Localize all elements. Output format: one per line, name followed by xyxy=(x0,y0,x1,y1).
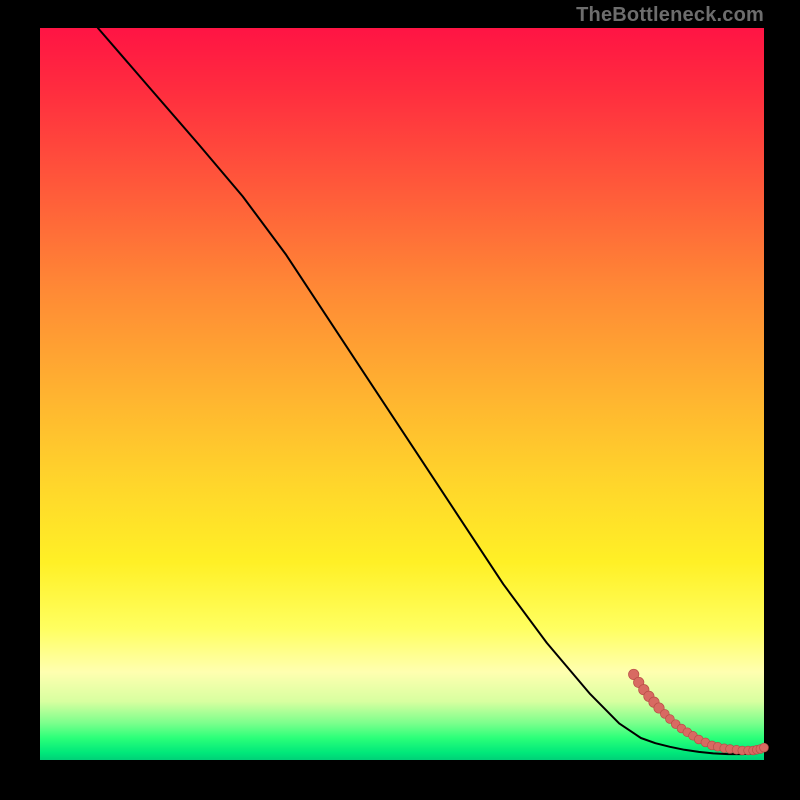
chart-svg xyxy=(40,28,764,760)
plot-area xyxy=(40,28,764,760)
bottleneck-curve xyxy=(98,28,764,754)
attribution-text: TheBottleneck.com xyxy=(576,4,764,27)
scatter-dot xyxy=(760,743,769,752)
chart-frame: TheBottleneck.com xyxy=(0,0,800,800)
